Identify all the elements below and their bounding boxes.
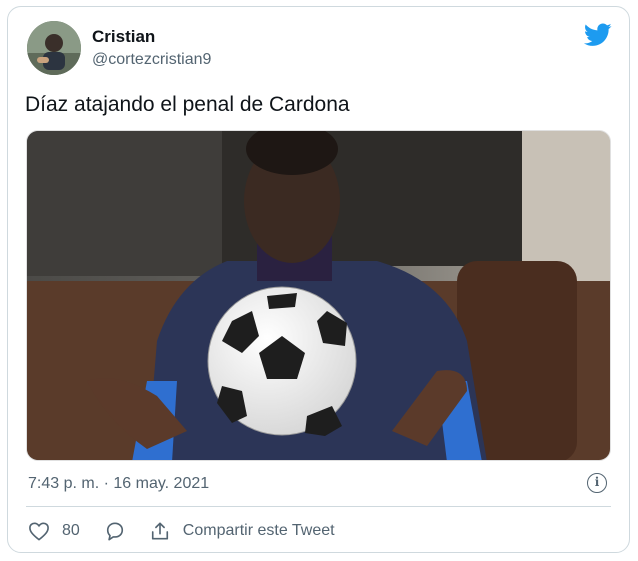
divider: [26, 506, 611, 507]
share-button[interactable]: Compartir este Tweet: [149, 521, 335, 541]
like-count: 80: [62, 522, 80, 539]
like-button[interactable]: 80: [28, 521, 80, 541]
tweet-timestamp[interactable]: 7:43 p. m. · 16 may. 2021: [28, 475, 209, 493]
avatar[interactable]: [27, 21, 81, 75]
twitter-bird-icon[interactable]: [583, 23, 612, 47]
reply-button[interactable]: [104, 521, 126, 541]
action-bar: 80 Compartir este Tweet: [28, 518, 335, 544]
share-icon: [149, 521, 171, 541]
tweet-text: Díaz atajando el penal de Cardona: [25, 93, 350, 116]
author-name[interactable]: Cristian: [92, 27, 155, 47]
tweet-card: Cristian @cortezcristian9 Díaz atajando …: [7, 6, 630, 553]
info-icon[interactable]: i: [587, 473, 607, 493]
share-label: Compartir este Tweet: [182, 522, 335, 539]
reply-icon: [104, 521, 126, 541]
heart-icon: [28, 521, 50, 541]
author-handle[interactable]: @cortezcristian9: [92, 51, 211, 69]
tweet-media-image[interactable]: [26, 130, 611, 461]
